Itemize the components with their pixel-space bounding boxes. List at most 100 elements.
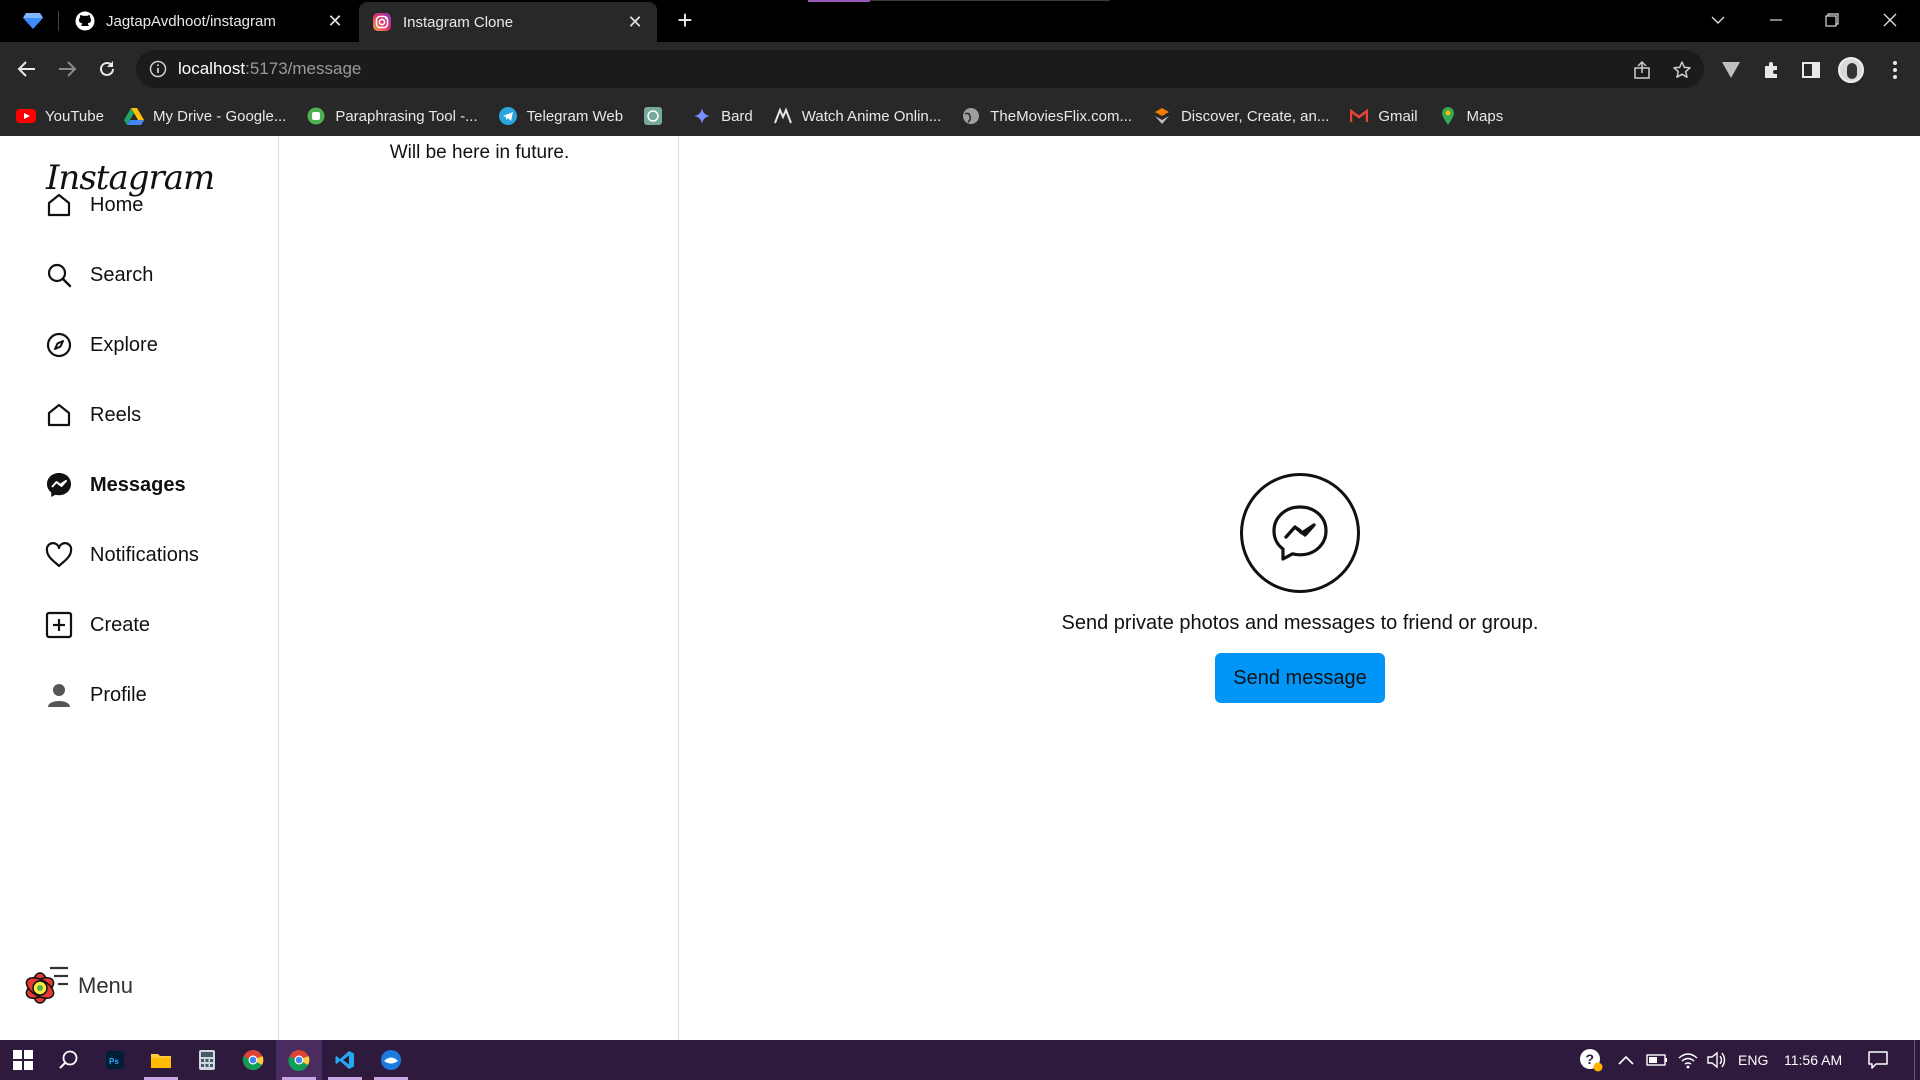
- tab-close-icon[interactable]: ✕: [325, 11, 345, 32]
- google-drive-icon: [123, 106, 144, 126]
- tab-search-chevron-icon[interactable]: [1690, 0, 1746, 40]
- vpn-extension-icon[interactable]: [1718, 57, 1744, 83]
- bookmark-anime[interactable]: Watch Anime Onlin...: [773, 106, 942, 126]
- help-tray-icon[interactable]: ?: [1578, 1040, 1604, 1080]
- bookmark-moviesflix[interactable]: TheMoviesFlix.com...: [961, 106, 1132, 126]
- tab-instagram-clone[interactable]: Instagram Clone ✕: [359, 2, 657, 42]
- nav-explore[interactable]: Explore: [44, 325, 158, 365]
- bookmark-label: Gmail: [1378, 107, 1418, 125]
- nav-label: Explore: [90, 333, 158, 356]
- search-icon: [44, 260, 74, 290]
- side-panel-icon[interactable]: [1798, 57, 1824, 83]
- taskbar-search-icon[interactable]: [46, 1040, 92, 1080]
- minimize-icon[interactable]: [1748, 0, 1804, 40]
- browser-toolbar: localhost:5173/message: [0, 42, 1920, 96]
- messenger-circle-icon: [1240, 473, 1360, 593]
- vscode-icon[interactable]: [322, 1040, 368, 1080]
- bookmark-telegram[interactable]: Telegram Web: [498, 106, 623, 126]
- sidebar: Instagram Home Search Explore Reels Mess…: [0, 136, 279, 1040]
- nav-label: Home: [90, 193, 144, 216]
- back-arrow-icon[interactable]: [12, 54, 42, 84]
- chrome-active-icon[interactable]: [276, 1040, 322, 1080]
- bookmark-gmail[interactable]: Gmail: [1349, 106, 1418, 126]
- tab-strip-accent: [808, 0, 870, 2]
- nav-reels[interactable]: Reels: [44, 395, 141, 435]
- screen: JagtapAvdhoot/instagram ✕ Instagram Clon…: [0, 0, 1920, 1080]
- home-icon: [44, 190, 74, 220]
- bookmark-star-icon[interactable]: [1670, 58, 1694, 82]
- thunderbird-icon[interactable]: [368, 1040, 414, 1080]
- bookmark-bard[interactable]: Bard: [692, 106, 753, 126]
- nav-label: Reels: [90, 403, 142, 426]
- chatgpt-icon: [643, 106, 663, 126]
- profile-avatar-icon[interactable]: [1838, 57, 1864, 83]
- share-icon[interactable]: [1630, 58, 1654, 82]
- clock[interactable]: 11:56 AM: [1784, 1040, 1842, 1080]
- bookmark-label: Watch Anime Onlin...: [801, 107, 942, 125]
- nav-profile[interactable]: Profile: [44, 675, 147, 715]
- bookmark-label: Paraphrasing Tool -...: [335, 107, 478, 125]
- windows-start-icon[interactable]: [0, 1040, 46, 1080]
- show-desktop-strip[interactable]: [1914, 1040, 1915, 1080]
- extensions-puzzle-icon[interactable]: [1758, 57, 1784, 83]
- react-flower-menu-icon: [14, 958, 70, 1014]
- chrome-icon[interactable]: [230, 1040, 276, 1080]
- menu-button[interactable]: Menu: [14, 958, 133, 1014]
- avatar: [1838, 57, 1864, 83]
- nav-notifications[interactable]: Notifications: [44, 535, 199, 575]
- file-explorer-icon[interactable]: [138, 1040, 184, 1080]
- messenger-icon: [44, 470, 74, 500]
- heart-icon: [44, 540, 74, 570]
- plus-square-icon: [44, 610, 74, 640]
- photoshop-icon[interactable]: Ps: [92, 1040, 138, 1080]
- tab-divider: [58, 11, 59, 31]
- bard-icon: [692, 106, 712, 126]
- conversation-list: Will be here in future.: [280, 136, 679, 1040]
- discover-icon: [1152, 106, 1172, 126]
- bookmarks-bar: YouTube My Drive - Google... Paraphrasin…: [0, 96, 1920, 136]
- nav-label: Create: [90, 613, 151, 636]
- bookmark-maps[interactable]: Maps: [1438, 106, 1503, 126]
- nav-messages[interactable]: Messages: [44, 465, 186, 505]
- bookmark-youtube[interactable]: YouTube: [16, 106, 104, 126]
- more-vertical-icon[interactable]: [1882, 57, 1908, 83]
- nav-create[interactable]: Create: [44, 605, 150, 645]
- bookmark-chatgpt[interactable]: [643, 106, 672, 126]
- bookmark-label: Bard: [721, 107, 753, 125]
- restore-icon[interactable]: [1804, 0, 1860, 40]
- conversation-placeholder: Will be here in future.: [389, 142, 570, 163]
- send-message-button[interactable]: Send message: [1215, 653, 1385, 703]
- nav-label: Notifications: [90, 543, 199, 566]
- wifi-icon[interactable]: [1678, 1040, 1698, 1080]
- url-host: localhost: [178, 59, 246, 78]
- address-bar[interactable]: localhost:5173/message: [136, 50, 1704, 88]
- volume-icon[interactable]: [1706, 1040, 1728, 1080]
- calculator-icon[interactable]: [184, 1040, 230, 1080]
- bookmark-discover[interactable]: Discover, Create, an...: [1152, 106, 1329, 126]
- notification-center-icon[interactable]: [1868, 1040, 1888, 1080]
- close-window-icon[interactable]: [1862, 0, 1918, 40]
- bookmark-label: Discover, Create, an...: [1180, 107, 1330, 125]
- youtube-icon: [16, 106, 36, 126]
- tab-github[interactable]: JagtapAvdhoot/instagram ✕: [62, 0, 357, 42]
- nav-search[interactable]: Search: [44, 255, 153, 295]
- new-tab-button[interactable]: +: [672, 7, 698, 34]
- bookmark-google-drive[interactable]: My Drive - Google...: [123, 106, 286, 126]
- site-info-icon[interactable]: [148, 59, 168, 79]
- bookmark-paraphrasing[interactable]: Paraphrasing Tool -...: [306, 106, 478, 126]
- user-icon: [44, 680, 74, 710]
- gmail-icon: [1349, 106, 1369, 126]
- reload-icon[interactable]: [92, 54, 122, 84]
- compass-icon: [44, 330, 74, 360]
- diamond-extension-icon[interactable]: [20, 10, 46, 32]
- battery-icon[interactable]: [1646, 1040, 1668, 1080]
- svg-text:Ps: Ps: [109, 1057, 119, 1066]
- url-text[interactable]: localhost:5173/message: [178, 59, 361, 79]
- empty-state-text: Send private photos and messages to frie…: [1061, 612, 1539, 634]
- bookmark-label: TheMoviesFlix.com...: [990, 107, 1132, 125]
- tab-close-icon[interactable]: ✕: [625, 12, 645, 33]
- language-indicator[interactable]: ENG: [1738, 1040, 1768, 1080]
- nav-home[interactable]: Home: [44, 185, 143, 225]
- forward-arrow-icon[interactable]: [52, 54, 82, 84]
- chevron-up-icon[interactable]: [1618, 1040, 1634, 1080]
